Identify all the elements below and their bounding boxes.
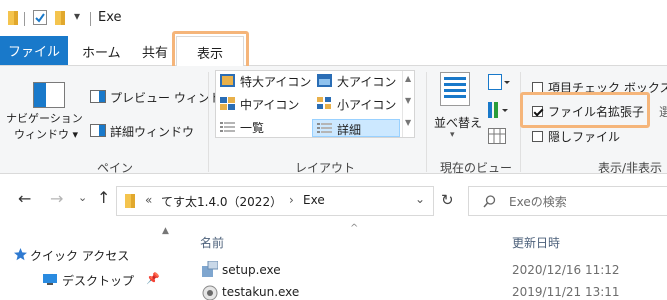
search-placeholder: Exeの検索	[509, 195, 567, 209]
sort-by-button[interactable]: 並べ替え	[434, 114, 482, 131]
forward-arrow-icon[interactable]: →	[50, 189, 63, 208]
small-icons-icon	[317, 97, 331, 109]
layout-details: 詳細	[337, 123, 362, 137]
file-modified: 2019/11/21 13:11	[512, 285, 620, 299]
properties-check-icon[interactable]	[33, 10, 47, 25]
view-tab-highlight	[172, 31, 249, 71]
breadcrumb-overflow[interactable]: «	[145, 193, 152, 207]
file-name: testakun.exe	[222, 285, 300, 299]
column-header-modified[interactable]: 更新日時	[512, 234, 560, 251]
navigation-pane-dropdown[interactable]: ウィンドウ ▾	[14, 126, 78, 142]
desktop-icon	[43, 274, 57, 285]
large-icons-icon	[317, 74, 332, 87]
navpane-scroll-up-icon[interactable]: ▲	[162, 226, 169, 236]
sort-indicator-icon: ^	[350, 223, 359, 234]
show-hide-group-label: 表示/非表示	[598, 161, 663, 175]
title-bar: ▾ Exe	[0, 0, 667, 36]
preview-pane-icon	[90, 90, 106, 103]
table-row[interactable]: setup.exe 2020/12/16 11:12	[170, 261, 667, 281]
title-separator	[90, 12, 91, 26]
breadcrumb-current[interactable]: Exe	[303, 193, 325, 207]
layout-medium-icons[interactable]: 中アイコン	[240, 96, 299, 113]
add-columns-icon[interactable]	[488, 102, 510, 118]
star-icon	[14, 248, 27, 261]
file-list: 名前 ^ 更新日時 setup.exe 2020/12/16 11:12 tes…	[170, 223, 667, 300]
refresh-icon[interactable]: ↻	[441, 191, 454, 209]
app-exe-icon	[202, 285, 218, 300]
sort-by-dropdown-icon[interactable]: ▾	[450, 130, 455, 140]
details-view-icon	[317, 123, 332, 133]
qat-dropdown-icon[interactable]: ▾	[74, 9, 80, 23]
layout-gallery: 特大アイコン 大アイコン 中アイコン 小アイコン 一覧 詳細 ▲ ▼ ▼	[215, 70, 415, 138]
gallery-up-icon[interactable]: ▲	[405, 74, 411, 83]
recent-locations-chevron-icon[interactable]: ⌄	[78, 191, 87, 204]
tab-home[interactable]: ホーム	[82, 36, 121, 66]
back-arrow-icon[interactable]: ←	[18, 189, 31, 208]
setup-exe-icon	[202, 261, 218, 277]
details-pane-button[interactable]: 詳細ウィンドウ	[110, 123, 194, 140]
hidden-items-checkbox[interactable]	[532, 131, 543, 142]
group-separator	[208, 72, 209, 172]
hidden-items-label[interactable]: 隠しファイル	[548, 128, 620, 145]
details-pane-icon	[90, 124, 106, 137]
gallery-down-icon[interactable]: ▼	[405, 96, 411, 105]
medium-icons-icon	[220, 97, 235, 110]
pane-group-label: ペイン	[97, 161, 134, 175]
new-folder-icon[interactable]	[55, 11, 65, 25]
layout-details-selected[interactable]: 詳細	[312, 119, 400, 137]
sort-by-icon[interactable]	[440, 72, 470, 106]
current-view-group-label: 現在のビュー	[440, 161, 513, 175]
breadcrumb-parent[interactable]: てす太1.4.0（2022）	[161, 193, 282, 210]
layout-small-icons[interactable]: 小アイコン	[337, 96, 396, 113]
layout-group-label: レイアウト	[295, 161, 356, 175]
ribbon-tabs: ファイル ホーム 共有 表示	[0, 36, 667, 67]
group-separator	[426, 72, 427, 172]
folder-icon	[8, 11, 18, 25]
layout-large-icons[interactable]: 大アイコン	[337, 73, 396, 90]
search-box[interactable]: Exeの検索	[468, 186, 667, 216]
file-name-extensions-highlight	[520, 92, 650, 128]
search-icon	[483, 195, 496, 208]
file-modified: 2020/12/16 11:12	[512, 263, 620, 277]
list-view-icon	[220, 122, 235, 132]
hide-selected-items-partial[interactable]: 選	[659, 103, 667, 120]
up-arrow-icon[interactable]: ↑	[97, 188, 110, 207]
layout-extra-large-icons[interactable]: 特大アイコン	[240, 73, 311, 90]
gallery-scroll[interactable]: ▲ ▼ ▼	[402, 71, 415, 137]
nav-quick-access[interactable]: クイック アクセス	[30, 247, 129, 264]
title-separator	[24, 12, 25, 26]
size-columns-icon[interactable]	[488, 128, 506, 144]
tab-share[interactable]: 共有	[142, 36, 168, 66]
table-row[interactable]: testakun.exe 2019/11/21 13:11	[170, 283, 667, 300]
group-by-icon[interactable]	[488, 74, 510, 90]
breadcrumb-separator[interactable]: ›	[289, 193, 294, 207]
tab-file[interactable]: ファイル	[0, 36, 68, 65]
address-dropdown-icon[interactable]: ⌄	[415, 192, 425, 206]
pin-icon[interactable]: 📌	[146, 272, 160, 285]
column-header-name[interactable]: 名前	[200, 234, 224, 251]
folder-icon	[125, 194, 135, 208]
navigation-pane-label[interactable]: ナビゲーション	[6, 110, 83, 126]
nav-desktop[interactable]: デスクトップ	[62, 272, 134, 289]
file-name: setup.exe	[222, 263, 281, 277]
navigation-pane: クイック アクセス デスクトップ 📌	[0, 225, 170, 300]
layout-list[interactable]: 一覧	[240, 119, 264, 136]
navigation-pane-icon[interactable]	[33, 82, 65, 108]
address-bar[interactable]: « てす太1.4.0（2022） › Exe ⌄	[116, 186, 434, 216]
gallery-expand-icon[interactable]: ▼	[405, 118, 411, 127]
extra-large-icons-icon	[220, 74, 235, 87]
window-title: Exe	[98, 10, 122, 25]
